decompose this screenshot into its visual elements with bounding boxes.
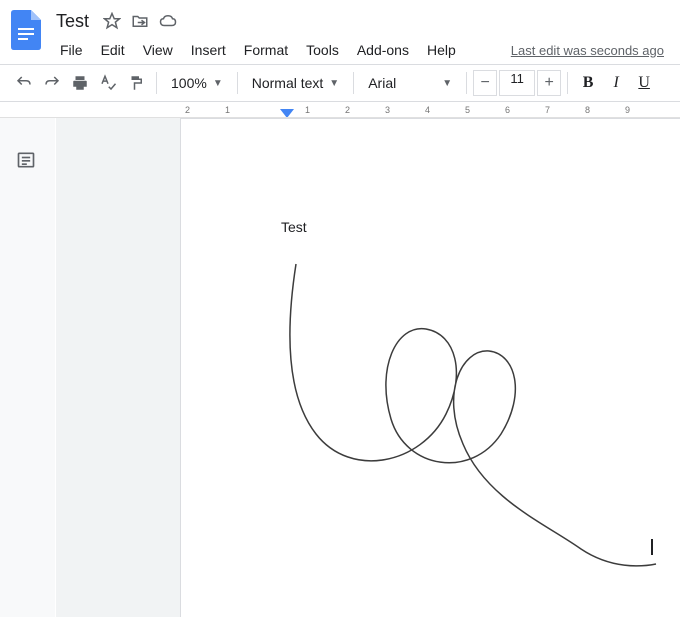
workspace: Test bbox=[0, 118, 680, 617]
italic-button[interactable]: I bbox=[602, 69, 630, 97]
docs-app-icon[interactable] bbox=[8, 10, 44, 58]
menu-edit[interactable]: Edit bbox=[93, 38, 133, 62]
spellcheck-button[interactable] bbox=[94, 69, 122, 97]
menu-addons[interactable]: Add-ons bbox=[349, 38, 417, 62]
font-size-increase-button[interactable]: + bbox=[537, 70, 561, 96]
scribble-drawing[interactable] bbox=[281, 259, 680, 579]
zoom-value: 100% bbox=[171, 75, 207, 91]
text-cursor bbox=[651, 539, 653, 555]
menu-format[interactable]: Format bbox=[236, 38, 296, 62]
toolbar-separator bbox=[466, 72, 467, 94]
star-icon[interactable] bbox=[103, 12, 121, 30]
document-body-text[interactable]: Test bbox=[281, 219, 307, 235]
font-family-select[interactable]: Arial ▼ bbox=[360, 69, 460, 97]
document-title[interactable]: Test bbox=[52, 11, 93, 32]
style-value: Normal text bbox=[252, 75, 324, 91]
toolbar-separator bbox=[156, 72, 157, 94]
menu-bar: File Edit View Insert Format Tools Add-o… bbox=[52, 36, 668, 64]
menu-tools[interactable]: Tools bbox=[298, 38, 347, 62]
toolbar: 100% ▼ Normal text ▼ Arial ▼ − 11 + B I … bbox=[0, 64, 680, 102]
print-button[interactable] bbox=[66, 69, 94, 97]
undo-button[interactable] bbox=[10, 69, 38, 97]
toolbar-separator bbox=[237, 72, 238, 94]
menu-file[interactable]: File bbox=[52, 38, 91, 62]
title-area: Test File Edit View Insert Format Tools … bbox=[52, 8, 668, 64]
document-outline-button[interactable] bbox=[16, 150, 40, 174]
ruler-body[interactable] bbox=[180, 102, 680, 117]
font-size-control: − 11 + bbox=[473, 70, 561, 96]
indent-marker[interactable] bbox=[280, 109, 294, 117]
last-edit-link[interactable]: Last edit was seconds ago bbox=[511, 43, 668, 58]
underline-button[interactable]: U bbox=[630, 69, 658, 97]
chevron-down-icon: ▼ bbox=[213, 78, 223, 89]
canvas-area[interactable]: Test bbox=[56, 118, 680, 617]
paragraph-style-select[interactable]: Normal text ▼ bbox=[244, 69, 347, 97]
redo-button[interactable] bbox=[38, 69, 66, 97]
menu-insert[interactable]: Insert bbox=[183, 38, 234, 62]
app-header: Test File Edit View Insert Format Tools … bbox=[0, 0, 680, 64]
move-icon[interactable] bbox=[131, 12, 149, 30]
menu-help[interactable]: Help bbox=[419, 38, 464, 62]
paint-format-button[interactable] bbox=[122, 69, 150, 97]
toolbar-separator bbox=[567, 72, 568, 94]
chevron-down-icon: ▼ bbox=[329, 78, 339, 89]
zoom-select[interactable]: 100% ▼ bbox=[163, 69, 231, 97]
font-value: Arial bbox=[368, 75, 396, 91]
horizontal-ruler bbox=[0, 102, 680, 118]
font-size-input[interactable]: 11 bbox=[499, 70, 535, 96]
bold-button[interactable]: B bbox=[574, 69, 602, 97]
cloud-status-icon[interactable] bbox=[159, 12, 177, 30]
chevron-down-icon: ▼ bbox=[442, 78, 452, 89]
font-size-decrease-button[interactable]: − bbox=[473, 70, 497, 96]
left-gutter bbox=[0, 118, 56, 617]
toolbar-separator bbox=[353, 72, 354, 94]
menu-view[interactable]: View bbox=[135, 38, 181, 62]
document-page[interactable]: Test bbox=[180, 118, 680, 617]
